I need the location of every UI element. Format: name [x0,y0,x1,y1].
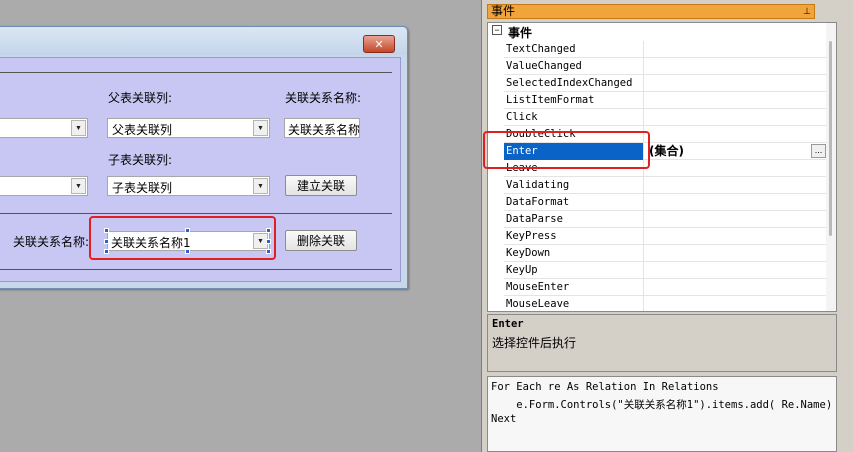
relation-name-textbox[interactable]: 关联关系名称 [284,118,360,138]
code-line: e.Form.Controls("关联关系名称1").items.add( Re… [491,399,833,411]
row-gutter [488,279,504,296]
event-row-click[interactable]: Click [488,109,828,126]
row-gutter [488,177,504,194]
event-value[interactable]: (集合) [645,143,828,160]
event-value[interactable] [645,160,828,177]
event-value[interactable] [645,109,828,126]
chevron-down-icon[interactable]: ▼ [253,178,268,194]
row-gutter [488,262,504,279]
collapse-icon[interactable]: − [492,25,502,35]
ellipsis-button[interactable]: ... [811,144,826,158]
parent-column-label: 父表关联列: [108,91,173,105]
event-row-listitemformat[interactable]: ListItemFormat [488,92,828,109]
parent-column-combo[interactable]: 父表关联列 ▼ [107,118,270,138]
event-value[interactable] [645,92,828,109]
event-name[interactable]: TextChanged [504,41,644,58]
panel-title-bar: 事件 ⊥ [487,4,815,19]
event-row-mouseenter[interactable]: MouseEnter [488,279,828,296]
event-value[interactable] [645,177,828,194]
properties-panel: 事件 ⊥ − 事件 TextChanged ValueChanged Selecte… [481,0,853,452]
description-area: Enter 选择控件后执行 [487,314,837,372]
event-row-dataparse[interactable]: DataParse [488,211,828,228]
row-gutter [488,211,504,228]
event-value[interactable] [645,245,828,262]
event-value[interactable] [645,279,828,296]
event-value[interactable] [645,211,828,228]
event-row-keypress[interactable]: KeyPress [488,228,828,245]
category-row[interactable]: − 事件 [488,23,828,40]
event-name[interactable]: ListItemFormat [504,92,644,109]
highlight-box-enter [483,131,650,169]
chevron-down-icon[interactable]: ▼ [71,178,86,194]
event-name[interactable]: Click [504,109,644,126]
form-titlebar[interactable]: ✕ [0,27,407,55]
row-gutter [488,109,504,126]
grid-scrollbar[interactable] [826,23,836,311]
event-value[interactable] [645,262,828,279]
event-name[interactable]: Validating [504,177,644,194]
divider-bottom [0,269,392,270]
row-gutter [488,75,504,92]
chevron-down-icon[interactable]: ▼ [253,120,268,136]
event-row-keydown[interactable]: KeyDown [488,245,828,262]
event-value[interactable] [645,41,828,58]
left-combo-1[interactable]: ▼ [0,118,88,138]
event-name[interactable]: DataParse [504,211,644,228]
event-row-valuechanged[interactable]: ValueChanged [488,58,828,75]
category-label: 事件 [508,26,533,40]
event-value[interactable] [645,296,828,311]
row-gutter [488,58,504,75]
row-gutter [488,194,504,211]
event-name[interactable]: DataFormat [504,194,644,211]
description-text: 选择控件后执行 [492,336,577,350]
row-gutter [488,296,504,311]
code-line: Next [491,413,517,425]
event-value[interactable] [645,58,828,75]
build-relation-button[interactable]: 建立关联 [285,175,357,196]
code-editor[interactable]: For Each re As Relation In Relations e.F… [487,376,837,452]
event-value[interactable] [645,228,828,245]
event-name[interactable]: KeyPress [504,228,644,245]
row-gutter [488,245,504,262]
relation-name-label: 关联关系名称: [13,235,90,249]
close-icon: ✕ [374,37,384,51]
code-line: For Each re As Relation In Relations [491,381,719,393]
event-row-dataformat[interactable]: DataFormat [488,194,828,211]
event-row-keyup[interactable]: KeyUp [488,262,828,279]
child-column-combo[interactable]: 子表关联列 ▼ [107,176,270,196]
relation-name-textbox-value: 关联关系名称 [288,123,360,137]
divider-top [0,72,392,73]
row-gutter [488,41,504,58]
event-value[interactable] [645,75,828,92]
event-row-textchanged[interactable]: TextChanged [488,41,828,58]
chevron-down-icon[interactable]: ▼ [71,120,86,136]
event-row-mouseleave[interactable]: MouseLeave [488,296,828,311]
close-button[interactable]: ✕ [363,35,395,53]
description-title: Enter [492,318,524,330]
event-row-validating[interactable]: Validating [488,177,828,194]
event-name[interactable]: SelectedIndexChanged [504,75,644,92]
child-column-label: 子表关联列: [108,153,173,167]
event-name[interactable]: KeyDown [504,245,644,262]
pin-icon[interactable]: ⊥ [803,6,811,19]
event-row-selectedindexchanged[interactable]: SelectedIndexChanged [488,75,828,92]
row-gutter [488,228,504,245]
parent-column-combo-value: 父表关联列 [112,123,173,137]
event-name[interactable]: MouseEnter [504,279,644,296]
event-value[interactable] [645,194,828,211]
relation-name-label-top: 关联关系名称: [285,91,362,105]
divider-middle [0,213,392,214]
left-combo-2[interactable]: ▼ [0,176,88,196]
event-name[interactable]: MouseLeave [504,296,644,311]
event-value[interactable] [645,126,828,143]
row-gutter [488,92,504,109]
event-name[interactable]: KeyUp [504,262,644,279]
highlight-box-combo [89,216,276,260]
panel-title: 事件 [491,4,516,18]
child-column-combo-value: 子表关联列 [112,181,173,195]
delete-relation-button[interactable]: 删除关联 [285,230,357,251]
scrollbar-thumb[interactable] [829,41,832,236]
event-name[interactable]: ValueChanged [504,58,644,75]
